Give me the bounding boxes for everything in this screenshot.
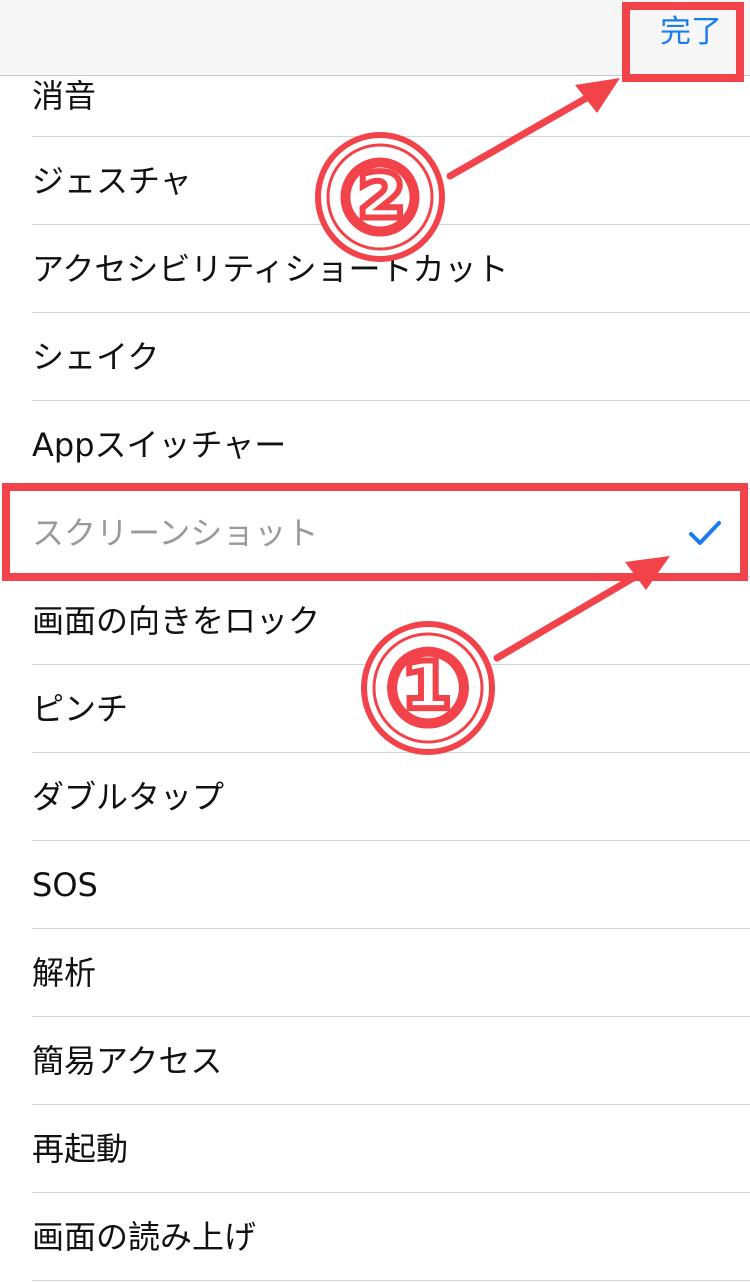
list-item-label: 再起動 bbox=[32, 1130, 129, 1168]
list-item-accessibility-shortcut[interactable]: アクセシビリティショートカット bbox=[0, 225, 750, 313]
list-item-label: Appスイッチャー bbox=[32, 426, 287, 464]
list-item-label: ダブルタップ bbox=[32, 778, 225, 816]
list-item-restart[interactable]: 再起動 bbox=[0, 1105, 750, 1193]
list-item-label: シェイク bbox=[32, 338, 160, 376]
list-item-speak-screen[interactable]: 画面の読み上げ bbox=[0, 1193, 750, 1281]
list-item-app-switcher[interactable]: Appスイッチャー bbox=[0, 401, 750, 489]
list-item-double-tap[interactable]: ダブルタップ bbox=[0, 753, 750, 841]
list-item-label: 解析 bbox=[32, 954, 97, 992]
list-item-shake[interactable]: シェイク bbox=[0, 313, 750, 401]
list-item-lock-rotation[interactable]: 画面の向きをロック bbox=[0, 577, 750, 665]
list-item-label: スクリーンショット bbox=[32, 514, 319, 552]
list-item-label: SOS bbox=[32, 866, 98, 904]
list-item-label: 消音 bbox=[32, 77, 97, 115]
list-item-pinch[interactable]: ピンチ bbox=[0, 665, 750, 753]
list-item-label: ジェスチャ bbox=[32, 162, 192, 200]
list-item-reachability[interactable]: 簡易アクセス bbox=[0, 1017, 750, 1105]
list-item-label: ピンチ bbox=[32, 690, 129, 728]
list-item-label: 画面の向きをロック bbox=[32, 602, 321, 640]
checkmark-icon bbox=[689, 521, 721, 545]
list-item-analytics[interactable]: 解析 bbox=[0, 929, 750, 1017]
list-item-gesture[interactable]: ジェスチャ bbox=[0, 137, 750, 225]
list-item-sos[interactable]: SOS bbox=[0, 841, 750, 929]
list-item-screenshot[interactable]: スクリーンショット bbox=[0, 489, 750, 577]
list-item-label: 画面の読み上げ bbox=[32, 1218, 257, 1256]
screen: 完了 消音 ジェスチャ アクセシビリティショートカット シェイク Appスイッチ… bbox=[0, 0, 750, 1282]
list-item-mute[interactable]: 消音 bbox=[0, 62, 750, 137]
done-button[interactable]: 完了 bbox=[660, 10, 722, 54]
settings-option-list: 消音 ジェスチャ アクセシビリティショートカット シェイク Appスイッチャー … bbox=[0, 62, 750, 1281]
list-item-label: 簡易アクセス bbox=[32, 1042, 223, 1080]
list-item-label: アクセシビリティショートカット bbox=[32, 250, 509, 288]
